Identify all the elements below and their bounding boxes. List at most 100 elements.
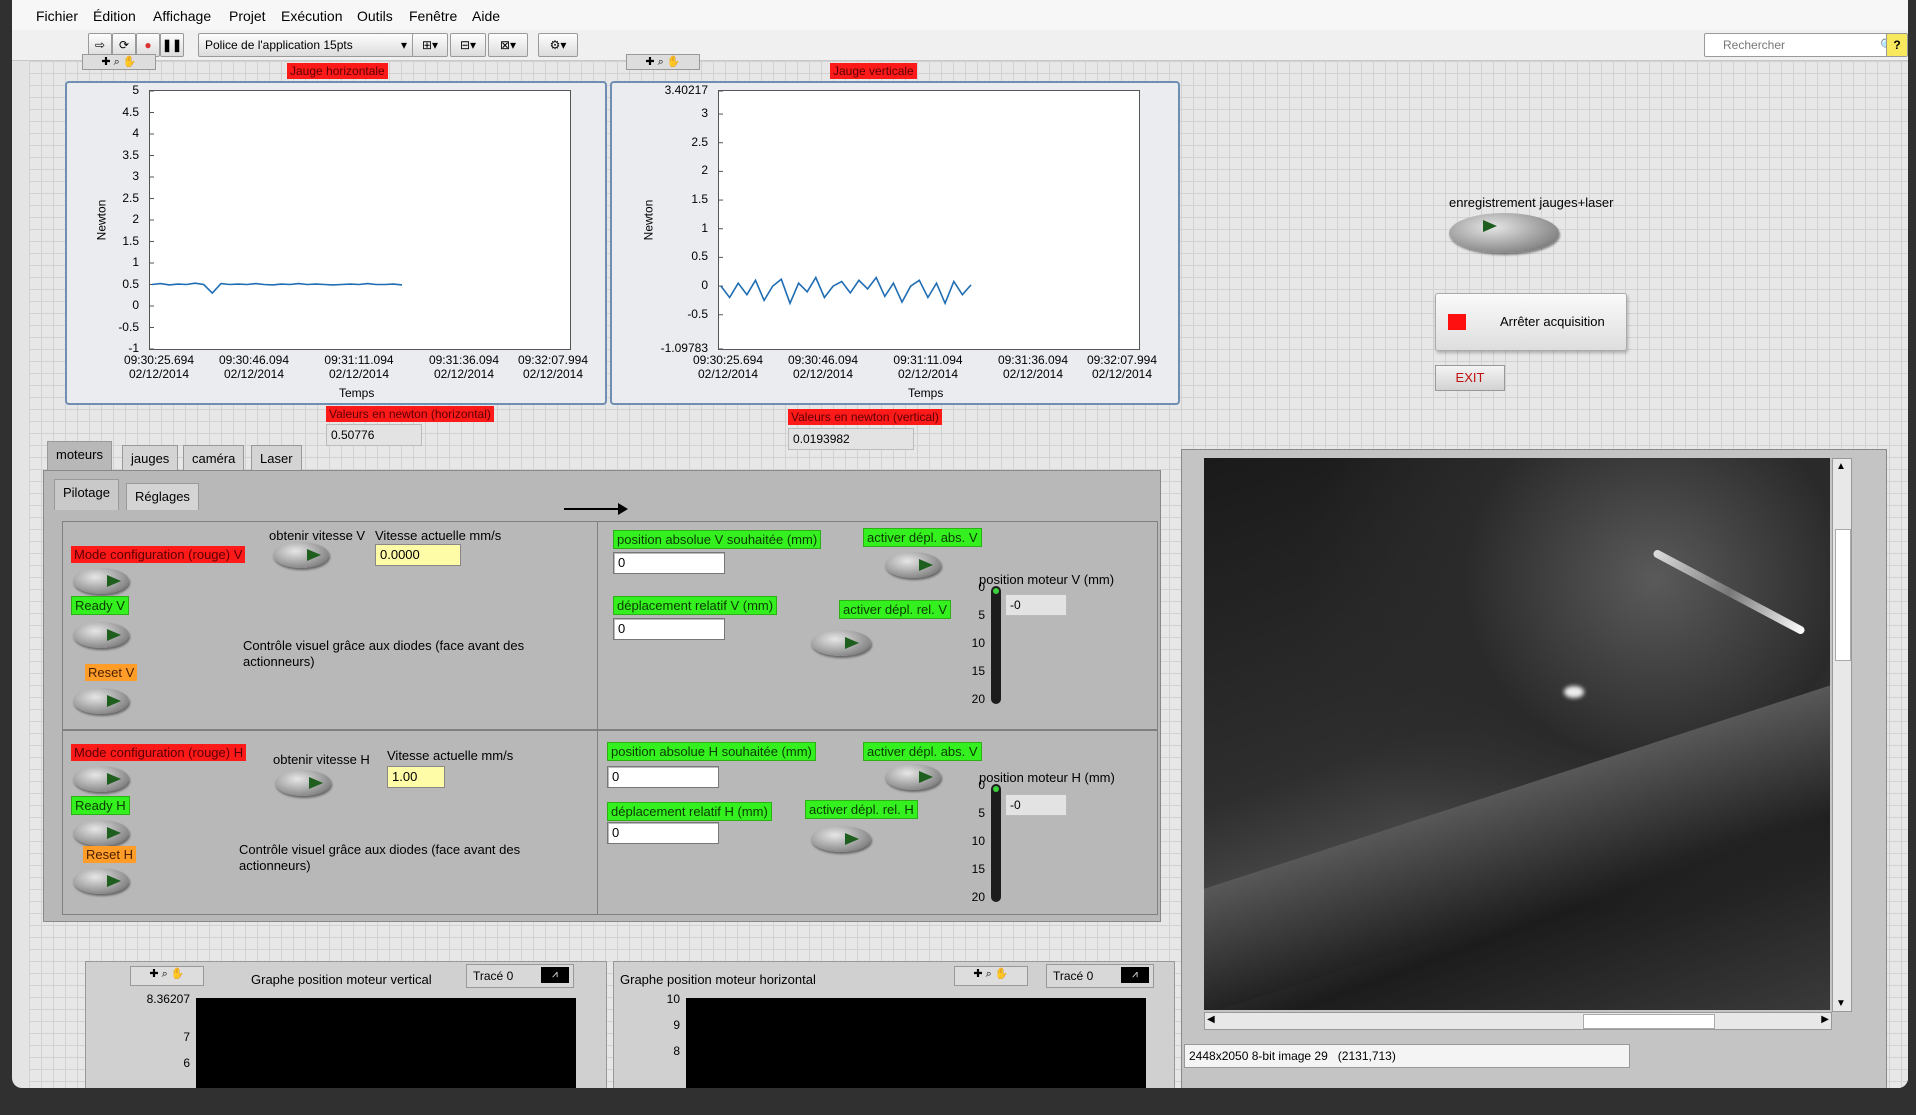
get-speed-h-label: obtenir vitesse H: [273, 752, 370, 767]
abs-pos-v-label: position absolue V souhaitée (mm): [613, 530, 822, 549]
tab-moteurs[interactable]: moteurs: [47, 441, 112, 472]
graph-v-yticks: 8.36207 7 6: [106, 992, 190, 1088]
chart-1-ytick: 3.40217: [664, 83, 708, 97]
mode-config-v-toggle[interactable]: [73, 568, 129, 594]
menu-aide[interactable]: Aide: [472, 8, 500, 24]
menu-affichage[interactable]: Affichage: [153, 8, 211, 24]
chart-vertical-plot[interactable]: [718, 90, 1140, 350]
mode-config-v-label: Mode configuration (rouge) V: [71, 546, 246, 563]
camera-vscrollbar[interactable]: ▲ ▼: [1832, 458, 1852, 1012]
scroll-down-icon[interactable]: ▼: [1836, 998, 1846, 1009]
chart-title-vertical: Jauge verticale: [830, 63, 917, 79]
menu-fichier[interactable]: Fichier: [36, 8, 78, 24]
motor-pos-h-indicator: -0: [1005, 794, 1067, 816]
mode-config-h-toggle[interactable]: [73, 766, 129, 792]
record-toggle[interactable]: [1449, 213, 1559, 253]
scroll-up-icon[interactable]: ▲: [1836, 461, 1846, 472]
rel-move-h-input[interactable]: 0: [607, 822, 719, 844]
chart-horizontal-plot[interactable]: [149, 90, 571, 350]
abs-move-h-button[interactable]: [885, 764, 941, 790]
motor-pos-h-slider[interactable]: [991, 784, 1001, 902]
xtick-date: 02/12/2014: [1091, 367, 1153, 381]
align-icon[interactable]: ⊞▾: [412, 33, 448, 57]
resize-icon[interactable]: ⊠▾: [488, 33, 528, 57]
chart-0-ytick: 1: [132, 255, 139, 269]
reorder-icon[interactable]: ⚙▾: [538, 33, 578, 57]
image-status-bar: 2448x2050 8-bit image 29 (2131,713): [1184, 1044, 1630, 1068]
chart-vertical-panel: 3.40217 3 2.5 2 1.5 1 0.5 0 -0.5 -1.09783 Newton …: [610, 81, 1180, 405]
tick-h-10: 10: [971, 834, 985, 848]
value-label-vertical: Valeurs en newton (vertical): [788, 409, 942, 425]
camera-spot: [1564, 686, 1584, 698]
graph-palette-v[interactable]: ✚ ⌕ ✋: [626, 54, 700, 70]
mode-config-h-label: Mode configuration (rouge) H: [71, 744, 247, 761]
xtick-time: 09:31:11.094: [324, 353, 394, 367]
search-input[interactable]: Rechercher🔍: [1704, 33, 1902, 57]
graph-v-plot[interactable]: [196, 998, 576, 1088]
chevron-down-icon: ▾: [400, 38, 407, 52]
rel-move-v-input[interactable]: 0: [613, 618, 725, 640]
graph-h-palette[interactable]: ✚ ⌕ ✋: [954, 966, 1028, 986]
value-label-horizontal: Valeurs en newton (horizontal): [326, 406, 494, 422]
ready-h-toggle[interactable]: [73, 820, 129, 846]
menu-outils[interactable]: Outils: [357, 8, 393, 24]
menu-execution[interactable]: Exécution: [281, 8, 342, 24]
xtick-time: 09:30:46.094: [218, 353, 290, 367]
tick-v-20: 20: [971, 692, 985, 706]
graph-h-plot[interactable]: [686, 998, 1146, 1088]
chart-0-xtick: 09:32:07.994 02/12/2014: [509, 353, 597, 381]
chart-1-ytick: -0.5: [687, 306, 708, 321]
camera-vscroll-thumb[interactable]: [1835, 529, 1851, 661]
tab-laser[interactable]: Laser: [251, 445, 302, 472]
graph-palette-h[interactable]: ✚ ⌕ ✋: [82, 54, 156, 70]
chart-1-ytick: 1.5: [691, 192, 708, 207]
chart-0-ytick: 4: [132, 126, 139, 140]
motor-pos-v-slider[interactable]: [991, 586, 1001, 704]
menu-fenetre[interactable]: Fenêtre: [409, 8, 457, 24]
graph-h-legend[interactable]: Tracé 0 ⩘: [1046, 964, 1154, 988]
camera-image[interactable]: [1204, 458, 1830, 1010]
rel-move-h-button[interactable]: [811, 826, 871, 852]
camera-hscrollbar[interactable]: ◀ ▶: [1204, 1012, 1832, 1030]
ready-v-toggle[interactable]: [73, 622, 129, 648]
abs-pos-h-label: position absolue H souhaitée (mm): [607, 742, 816, 761]
tab-jauges[interactable]: jauges: [122, 445, 179, 472]
scroll-right-icon[interactable]: ▶: [1821, 1014, 1829, 1025]
get-speed-h-button[interactable]: [275, 770, 331, 796]
chart-1-ytick: 2: [701, 163, 708, 178]
abs-pos-v-input[interactable]: 0: [613, 552, 725, 574]
tab-camera[interactable]: caméra: [183, 445, 245, 472]
scroll-left-icon[interactable]: ◀: [1207, 1014, 1215, 1025]
toolbar: ⇨ ⟳ ● ❚❚ Police de l'application 15pts ▾ …: [12, 30, 1908, 61]
graph-h-title: Graphe position moteur horizontal: [620, 972, 816, 987]
motor-h-ticks: 0 5 10 15 20: [943, 778, 985, 904]
subtab-pilotage[interactable]: Pilotage: [54, 479, 119, 510]
abs-move-v-button[interactable]: [885, 552, 941, 578]
stop-acquisition-button[interactable]: Arrêter acquisition: [1435, 293, 1627, 351]
graph-v-legend[interactable]: Tracé 0 ⩘: [466, 964, 574, 988]
menu-projet[interactable]: Projet: [229, 8, 266, 24]
subtab-reglages[interactable]: Réglages: [126, 483, 199, 510]
reset-h-toggle[interactable]: [73, 868, 129, 894]
rel-move-v-btn-label: activer dépl. rel. V: [839, 600, 952, 619]
tick-v-10: 10: [971, 636, 985, 650]
arrow-right-icon: [618, 503, 628, 515]
abs-pos-h-input[interactable]: 0: [607, 766, 719, 788]
chart-0-ytick: 3.5: [122, 147, 139, 162]
reset-v-toggle[interactable]: [73, 688, 129, 714]
speed-v-label: Vitesse actuelle mm/s: [375, 528, 502, 543]
pause-icon[interactable]: ❚❚: [160, 33, 184, 57]
rel-move-h-btn-label: activer dépl. rel. H: [805, 800, 918, 819]
exit-button[interactable]: EXIT: [1435, 365, 1505, 391]
help-icon[interactable]: ?: [1886, 33, 1908, 57]
xtick-date: 02/12/2014: [128, 367, 190, 381]
camera-hscroll-thumb[interactable]: [1583, 1014, 1715, 1029]
distribute-icon[interactable]: ⊟▾: [450, 33, 486, 57]
graph-v-palette[interactable]: ✚ ⌕ ✋: [130, 966, 204, 986]
get-speed-v-button[interactable]: [273, 542, 329, 568]
font-select[interactable]: Police de l'application 15pts ▾: [198, 33, 414, 57]
abs-move-v-label: activer dépl. abs. V: [863, 528, 982, 547]
xtick-date: 02/12/2014: [792, 367, 854, 381]
rel-move-v-button[interactable]: [811, 630, 871, 656]
menu-edition[interactable]: Édition: [93, 8, 136, 24]
